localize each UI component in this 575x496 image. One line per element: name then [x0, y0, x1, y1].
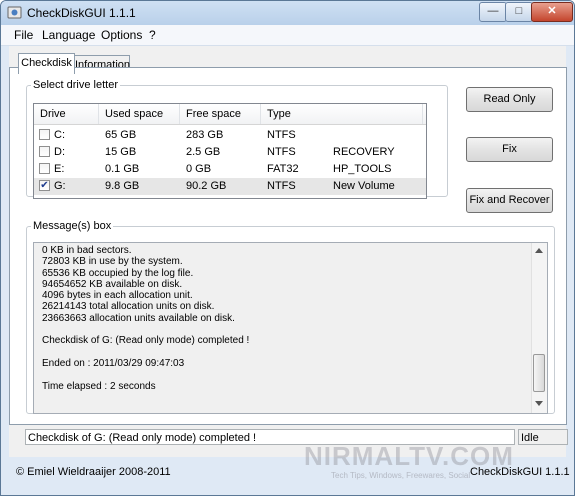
cell-type: NTFS	[267, 129, 296, 141]
checkdisk-panel: Select drive letter Drive Used space Fre…	[9, 67, 567, 425]
table-row[interactable]: ✔ G: 9.8 GB 90.2 GB NTFS New Volume	[34, 178, 426, 195]
drive-table-header: Drive Used space Free space Type	[34, 104, 426, 125]
title-bar[interactable]: CheckDiskGUI 1.1.1 — □ ✕	[1, 1, 574, 25]
minimize-icon: —	[487, 5, 499, 17]
table-row[interactable]: E: 0.1 GB 0 GB FAT32 HP_TOOLS	[34, 161, 426, 178]
message-line: Time elapsed : 2 seconds	[42, 380, 156, 392]
scroll-thumb[interactable]	[533, 354, 545, 392]
scroll-up-icon[interactable]	[535, 248, 543, 253]
cell-drive: G:	[54, 180, 66, 192]
cell-type: NTFS	[267, 180, 296, 192]
cell-label: HP_TOOLS	[333, 163, 392, 175]
messages-group: Message(s) box 0 KB in bad sectors. 72803…	[26, 220, 555, 414]
message-line: Ended on : 2011/03/29 09:47:03	[42, 357, 185, 369]
menu-bar: File Language Options ?	[1, 25, 574, 46]
cell-free: 90.2 GB	[186, 180, 227, 192]
message-line: 26214143 total allocation units on disk.	[42, 301, 215, 313]
menu-file[interactable]: File	[14, 28, 33, 42]
drive-checkbox[interactable]	[39, 146, 50, 157]
messages-group-legend: Message(s) box	[33, 220, 112, 232]
message-line: 23663663 allocation units available on d…	[42, 312, 235, 324]
message-box[interactable]: 0 KB in bad sectors. 72803 KB in use by t…	[33, 242, 548, 414]
message-lines: 0 KB in bad sectors. 72803 KB in use by t…	[42, 245, 530, 411]
message-line: Checkdisk of G: (Read only mode) complet…	[42, 335, 250, 347]
watermark-tagline: Tech Tips, Windows, Freewares, Social	[331, 471, 471, 480]
scroll-down-icon[interactable]	[535, 401, 543, 406]
table-row[interactable]: C: 65 GB 283 GB NTFS	[34, 127, 426, 144]
col-drive[interactable]: Drive	[34, 104, 99, 124]
col-type[interactable]: Type	[261, 104, 423, 124]
drive-checkbox[interactable]	[39, 129, 50, 140]
app-window: CheckDiskGUI 1.1.1 — □ ✕ File Language O…	[0, 0, 575, 496]
maximize-button[interactable]: □	[505, 2, 533, 22]
cell-used: 9.8 GB	[105, 180, 140, 192]
col-used-space[interactable]: Used space	[99, 104, 180, 124]
cell-free: 283 GB	[186, 129, 224, 141]
cell-type: FAT32	[267, 163, 299, 175]
version-text: CheckDiskGUI 1.1.1	[470, 466, 570, 478]
message-scrollbar[interactable]	[531, 243, 547, 413]
menu-help[interactable]: ?	[149, 28, 156, 42]
menu-language[interactable]: Language	[42, 28, 95, 42]
copyright-text: © Emiel Wieldraaijer 2008-2011	[16, 466, 171, 478]
message-line	[42, 324, 530, 335]
close-icon: ✕	[547, 5, 557, 17]
cell-used: 15 GB	[105, 146, 137, 158]
message-line	[42, 369, 530, 380]
message-line: 94654652 KB available on disk.	[42, 278, 183, 290]
col-free-space[interactable]: Free space	[180, 104, 261, 124]
menu-options[interactable]: Options	[101, 28, 142, 42]
drive-group-legend: Select drive letter	[33, 79, 118, 91]
cell-label: RECOVERY	[333, 146, 395, 158]
cell-drive: E:	[54, 163, 65, 175]
message-line: 65536 KB occupied by the log file.	[42, 267, 194, 279]
drive-group: Select drive letter Drive Used space Fre…	[26, 79, 448, 199]
close-button[interactable]: ✕	[531, 2, 573, 22]
fix-button[interactable]: Fix	[466, 137, 553, 162]
drive-checkbox[interactable]	[39, 163, 50, 174]
tab-checkdisk[interactable]: Checkdisk	[18, 53, 75, 74]
cell-drive: D:	[54, 146, 65, 158]
message-line	[42, 347, 530, 358]
cell-free: 2.5 GB	[186, 146, 221, 158]
drive-checkbox[interactable]: ✔	[39, 180, 50, 191]
cell-drive: C:	[54, 129, 65, 141]
drive-table: Drive Used space Free space Type C: 65 GB…	[33, 103, 427, 199]
cell-used: 65 GB	[105, 129, 137, 141]
read-only-button[interactable]: Read Only	[466, 87, 553, 112]
window-title: CheckDiskGUI 1.1.1	[27, 6, 136, 20]
fix-and-recover-button[interactable]: Fix and Recover	[466, 188, 553, 213]
table-row[interactable]: D: 15 GB 2.5 GB NTFS RECOVERY	[34, 144, 426, 161]
cell-used: 0.1 GB	[105, 163, 140, 175]
cell-type: NTFS	[267, 146, 296, 158]
minimize-button[interactable]: —	[479, 2, 507, 22]
message-line: 4096 bytes in each allocation unit.	[42, 290, 193, 302]
maximize-icon: □	[515, 5, 523, 17]
message-line: 72803 KB in use by the system.	[42, 256, 183, 268]
cell-free: 0 GB	[186, 163, 212, 175]
message-line: 0 KB in bad sectors.	[42, 245, 132, 256]
app-icon	[7, 6, 22, 19]
status-state: Idle	[518, 429, 568, 445]
cell-label: New Volume	[333, 180, 395, 192]
